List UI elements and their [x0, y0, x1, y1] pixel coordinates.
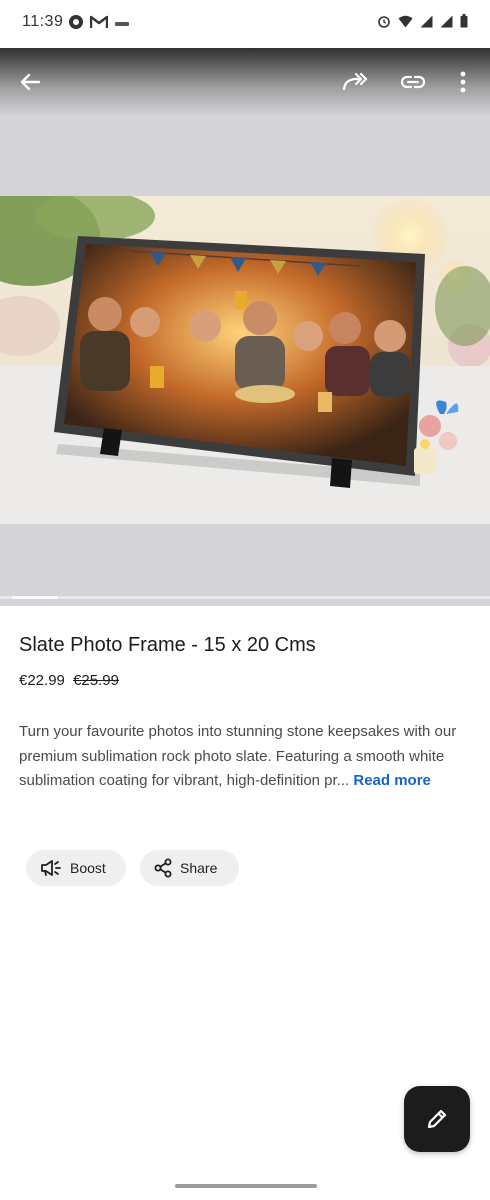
back-arrow-icon	[20, 73, 41, 91]
edit-fab[interactable]	[404, 1086, 470, 1152]
signal-icon	[420, 15, 433, 33]
edit-pencil-icon	[427, 1109, 447, 1129]
gmail-icon	[89, 15, 109, 34]
forward-share-icon	[342, 72, 368, 91]
link-icon	[400, 75, 426, 89]
product-title: Slate Photo Frame - 15 x 20 Cms	[19, 634, 316, 656]
megaphone-icon	[41, 860, 61, 876]
price-current: €22.99	[19, 672, 65, 689]
share-button[interactable]: Share	[140, 850, 239, 886]
status-time: 11:39	[22, 13, 64, 30]
forward-button[interactable]	[338, 66, 372, 98]
carousel-indicator	[12, 596, 58, 599]
more-vert-icon	[460, 71, 466, 93]
status-right-icons	[377, 14, 468, 33]
price-row: €22.99 €25.99	[19, 672, 119, 689]
battery-icon	[460, 14, 468, 33]
alarm-icon	[377, 14, 391, 33]
status-bar: 11:39	[0, 0, 490, 48]
product-description: Turn your favourite photos into stunning…	[19, 720, 474, 794]
notification-icon	[114, 16, 130, 34]
carousel-track	[0, 596, 490, 599]
signal-r-icon	[440, 15, 453, 33]
more-options-button[interactable]	[448, 66, 478, 98]
app-bar	[0, 48, 490, 116]
status-left-icons	[68, 14, 130, 35]
product-media[interactable]	[0, 48, 490, 606]
product-image[interactable]	[0, 186, 490, 524]
price-original: €25.99	[73, 672, 119, 689]
back-button[interactable]	[14, 66, 46, 98]
read-more-link[interactable]: Read more	[353, 772, 431, 789]
boost-button[interactable]: Boost	[26, 850, 126, 886]
share-label: Share	[180, 860, 218, 876]
boost-label: Boost	[70, 860, 106, 876]
copy-link-button[interactable]	[396, 66, 430, 98]
sync-icon	[68, 14, 84, 35]
gesture-bar[interactable]	[175, 1184, 317, 1188]
wifi-icon	[398, 15, 413, 33]
share-icon	[154, 858, 172, 878]
